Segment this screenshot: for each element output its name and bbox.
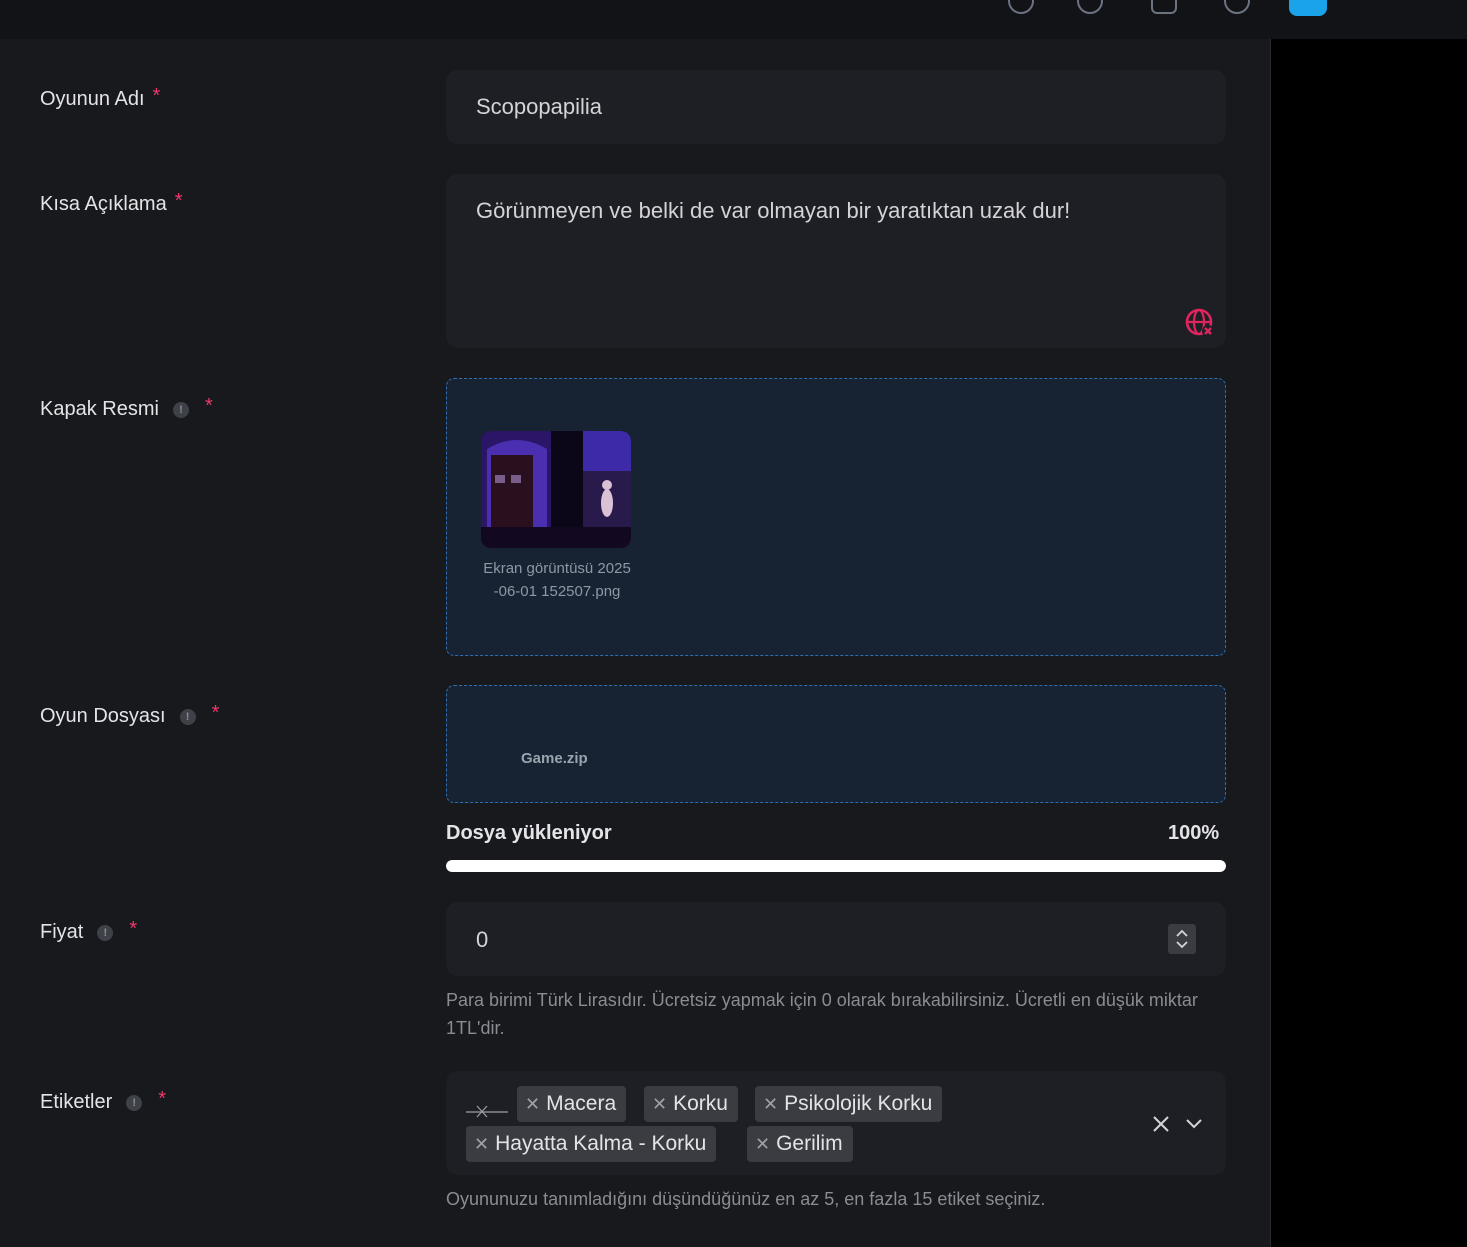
tag-chip[interactable]: ✕ Korku [644,1086,738,1122]
tag-chip-label: Hayatta Kalma - Korku [495,1132,707,1155]
top-navbar [0,0,1467,39]
help-icon[interactable] [1224,0,1250,14]
price-input-value: 0 [476,927,489,952]
tag-chip-label: Psikolojik Korku [784,1092,933,1115]
required-mark: * [204,395,213,417]
name-input[interactable]: Scopopapilia [446,70,1226,144]
close-icon[interactable]: ✕ [763,1094,778,1115]
cover-label: Kapak Resmi ! * [40,395,213,421]
cart-icon[interactable] [1151,0,1177,14]
tags-label: Etiketler ! * [40,1088,167,1114]
info-icon[interactable]: ! [126,1094,143,1111]
short-desc-label-text: Kısa Açıklama [40,193,167,215]
tag-chip[interactable]: ✕ Macera [517,1086,627,1122]
cover-thumbnail[interactable] [481,431,631,548]
close-icon[interactable]: ✕ [755,1134,770,1155]
close-icon[interactable] [1152,1115,1170,1133]
avatar[interactable] [1289,0,1327,16]
required-mark: * [211,702,220,724]
right-strip [1270,39,1467,1247]
cover-label-text: Kapak Resmi [40,398,159,420]
upload-percent: 100% [1168,822,1220,844]
game-file-dropzone[interactable]: Game.zip [446,685,1226,803]
game-file-label-text: Oyun Dosyası [40,705,166,727]
name-input-value: Scopopapilia [476,94,602,119]
close-icon[interactable]: ✕ [474,1134,489,1155]
globe-off-icon[interactable] [1185,308,1217,340]
upload-status-label: Dosya yükleniyor [446,822,612,844]
tag-chip-label: Macera [546,1092,617,1115]
info-icon[interactable]: ! [172,401,189,418]
search-icon[interactable] [1008,0,1034,14]
required-mark: * [158,1088,167,1110]
tag-chip-label: Gerilim [776,1132,843,1155]
tag-chip-label: Korku [673,1092,728,1115]
required-mark: * [174,190,183,212]
tags-multiselect[interactable]: ✕ Macera ✕ Korku ✕ Psikolojik Korku ✕ Ha… [446,1071,1226,1175]
required-mark: * [129,918,138,940]
short-desc-label: Kısa Açıklama * [40,190,183,216]
name-label-text: Oyunun Adı [40,88,145,110]
tag-chip[interactable]: ✕ Hayatta Kalma - Korku [466,1126,717,1162]
info-icon[interactable]: ! [179,708,196,725]
price-input[interactable]: 0 [446,902,1226,976]
upload-progress-bar [446,860,1226,872]
cover-image [481,431,631,548]
tag-chip[interactable]: ✕ Psikolojik Korku [755,1086,943,1122]
chevron-down-icon[interactable] [1184,1117,1204,1131]
updown-icon[interactable] [1168,924,1196,954]
info-icon[interactable]: ! [97,924,114,941]
tags-help-text: Oyununuzu tanımladığını düşündüğünüz en … [446,1189,1046,1209]
game-file-name: Game.zip [521,750,588,767]
close-icon[interactable]: ✕ [525,1094,540,1115]
notification-icon[interactable] [1077,0,1103,14]
cover-dropzone[interactable]: Ekran görüntüsü 2025-06-01 152507.png [446,378,1226,656]
tag-chip[interactable]: ✕ Gerilim [747,1126,853,1162]
short-desc-textarea[interactable]: Görünmeyen ve belki de var olmayan bir y… [446,174,1226,348]
cover-file-name: Ekran görüntüsü 2025-06-01 152507.png [483,560,631,600]
required-mark: * [152,85,161,107]
game-file-label: Oyun Dosyası ! * [40,702,220,728]
upload-progress-fill [446,860,1226,872]
price-label-text: Fiyat [40,921,84,943]
price-help-text: Para birimi Türk Lirasıdır. Ücretsiz yap… [446,990,1198,1038]
short-desc-value: Görünmeyen ve belki de var olmayan bir y… [476,198,1071,223]
close-icon[interactable]: ✕ [652,1094,667,1115]
tags-label-text: Etiketler [40,1091,113,1113]
name-label: Oyunun Adı * [40,85,161,111]
clear-input-icon [466,1105,508,1118]
price-label: Fiyat ! * [40,918,138,944]
